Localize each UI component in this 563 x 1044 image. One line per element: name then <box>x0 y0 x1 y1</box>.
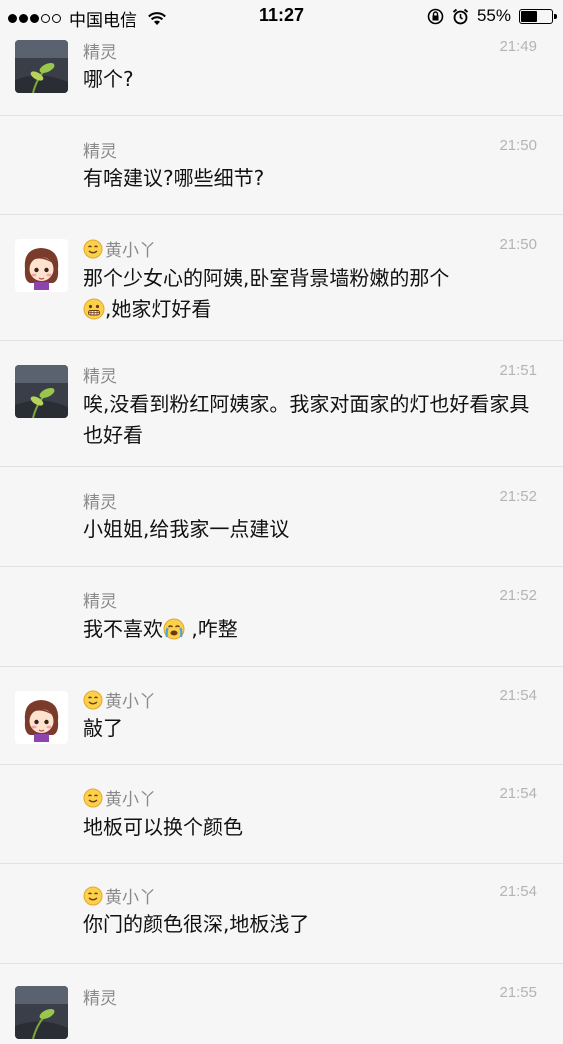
message-item[interactable]: 黄小丫 21:50 那个少女心的阿姨,卧室背景墙粉嫩的那个 ,她家灯好看 <box>0 215 563 341</box>
message-time: 21:54 <box>499 883 537 900</box>
message-time: 21:52 <box>499 488 537 505</box>
message-item[interactable]: 黄小丫 21:54 你门的颜色很深,地板浅了 <box>0 864 563 964</box>
smile-emoji-icon <box>83 690 103 709</box>
battery-fill <box>521 10 537 22</box>
battery-icon <box>519 8 557 24</box>
avatar-jingling[interactable] <box>15 986 68 1039</box>
rotation-lock-icon <box>427 8 444 24</box>
message-item[interactable]: 精灵 21:51 唉,没看到粉红阿姨家。我家对面家的灯也好看家具也好看 <box>0 341 563 467</box>
smile-emoji-icon <box>83 788 103 807</box>
message-text: 有啥建议?哪些细节? <box>83 166 265 190</box>
avatar-huangxiaoya[interactable] <box>15 691 68 744</box>
message-time: 21:50 <box>499 137 537 154</box>
message-time: 21:51 <box>499 362 537 379</box>
message-text: 我不喜欢 ,咋整 <box>83 617 238 641</box>
message-text: 你门的颜色很深,地板浅了 <box>83 912 310 936</box>
message-time: 21:49 <box>499 38 537 55</box>
message-item[interactable]: 精灵 21:52 我不喜欢 ,咋整 <box>0 567 563 667</box>
message-text: 那个少女心的阿姨,卧室背景墙粉嫩的那个 ,她家灯好看 <box>83 266 450 321</box>
message-time: 21:55 <box>499 984 537 1001</box>
sender-name: 黄小丫 <box>83 687 156 712</box>
avatar-huangxiaoya[interactable] <box>15 239 68 292</box>
message-item[interactable]: 精灵 21:55 <box>0 964 563 1044</box>
message-time: 21:54 <box>499 785 537 802</box>
avatar-jingling[interactable] <box>15 40 68 93</box>
message-text: 小姐姐,给我家一点建议 <box>83 517 290 541</box>
grimace-emoji-icon <box>83 298 105 320</box>
message-item[interactable]: 精灵 21:50 有啥建议?哪些细节? <box>0 116 563 215</box>
message-text: 地板可以换个颜色 <box>83 815 243 839</box>
message-text: 唉,没看到粉红阿姨家。我家对面家的灯也好看家具也好看 <box>83 392 530 447</box>
status-right: 55% <box>427 6 557 26</box>
sender-name: 精灵 <box>83 142 117 162</box>
sender-name: 精灵 <box>83 43 117 63</box>
message-item[interactable]: 精灵 21:52 小姐姐,给我家一点建议 <box>0 467 563 567</box>
message-list[interactable]: 精灵 21:49 哪个? 精灵 21:50 有啥建议?哪些细节? 黄小丫 21:… <box>0 0 563 1044</box>
smile-emoji-icon <box>83 886 103 905</box>
message-text: 敲了 <box>83 716 123 740</box>
sender-name: 精灵 <box>83 367 117 387</box>
message-time: 21:52 <box>499 587 537 604</box>
smile-emoji-icon <box>83 239 103 258</box>
sender-name: 黄小丫 <box>83 883 156 908</box>
sender-name: 精灵 <box>83 989 117 1009</box>
message-text: 哪个? <box>83 67 134 91</box>
message-item[interactable]: 黄小丫 21:54 敲了 <box>0 667 563 765</box>
status-bar: 中国电信 11:27 55% <box>0 0 563 32</box>
battery-percent: 55% <box>476 6 511 25</box>
sender-name: 精灵 <box>83 592 117 612</box>
sender-name: 黄小丫 <box>83 785 156 810</box>
crying-emoji-icon <box>163 618 185 640</box>
sender-name: 精灵 <box>83 493 117 513</box>
message-time: 21:54 <box>499 687 537 704</box>
alarm-clock-icon <box>452 8 469 24</box>
message-item[interactable]: 黄小丫 21:54 地板可以换个颜色 <box>0 765 563 864</box>
sender-name: 黄小丫 <box>83 236 156 261</box>
message-time: 21:50 <box>499 236 537 253</box>
avatar-jingling[interactable] <box>15 365 68 418</box>
